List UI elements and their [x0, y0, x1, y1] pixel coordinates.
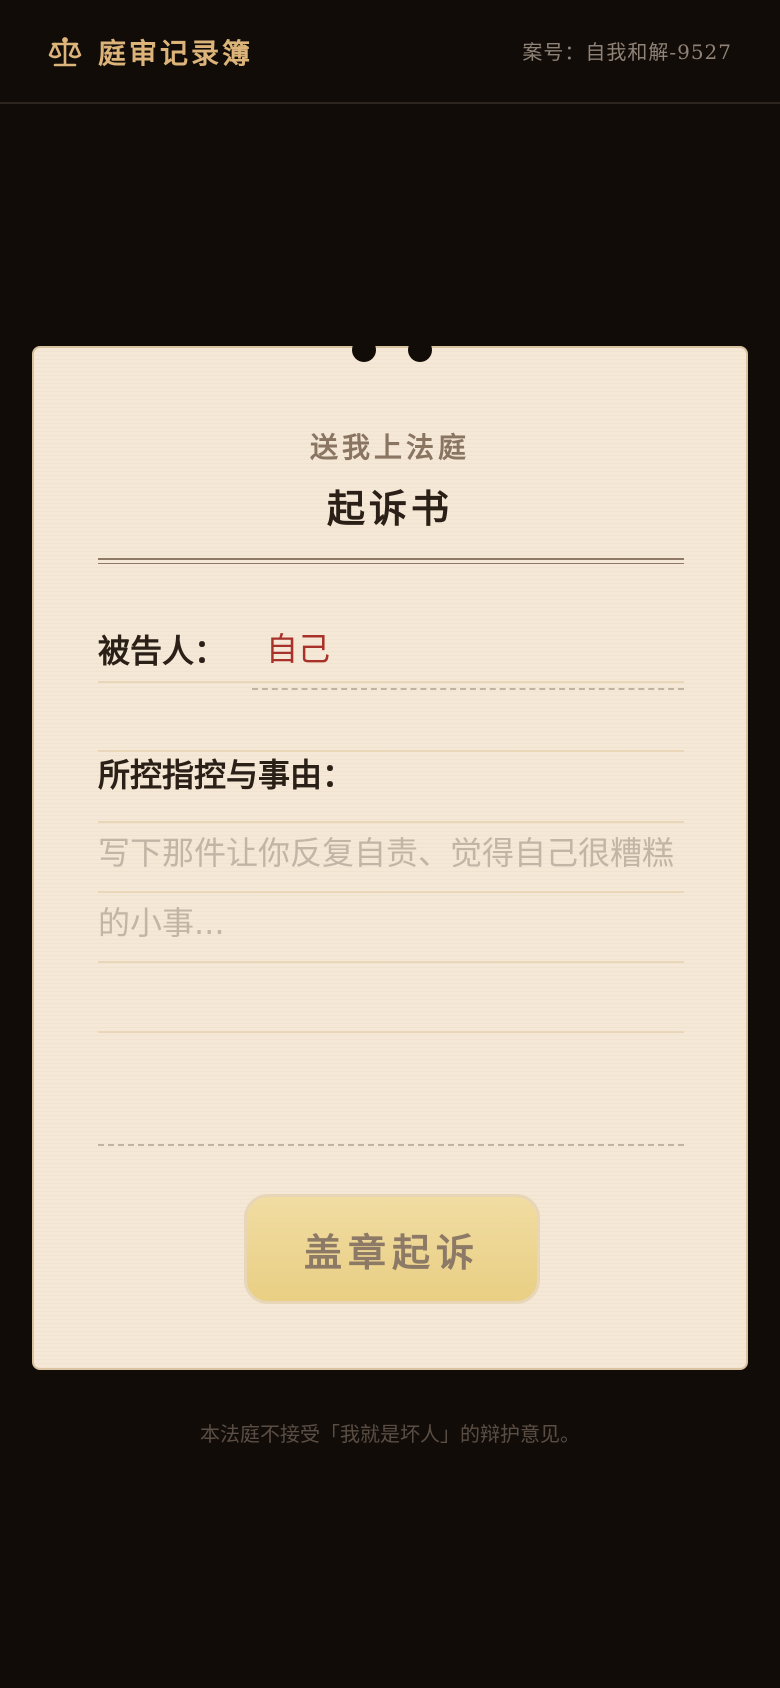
title-divider	[98, 558, 684, 560]
binder-hole-left	[352, 338, 376, 362]
stamp-submit-button[interactable]: 盖章起诉	[244, 1194, 540, 1304]
charges-dashed-line	[98, 1144, 684, 1146]
brand: 庭审记录簿	[48, 30, 253, 74]
case-number: 案号：自我和解-9527	[522, 40, 732, 64]
court-title: 送我上法庭	[309, 431, 470, 464]
document-title: 起诉书	[326, 487, 453, 531]
defendant-ruled-line	[98, 681, 684, 683]
defendant-label: 被告人：	[98, 632, 227, 670]
scales-icon	[48, 35, 82, 69]
defendant-value[interactable]: 自己	[266, 624, 330, 670]
defendant-dashed-line	[252, 688, 684, 690]
charges-input[interactable]	[98, 818, 684, 1118]
footer-note: 本法庭不接受「我就是坏人」的辩护意见。	[200, 1422, 580, 1446]
indictment-paper: 送我上法庭 起诉书 被告人： 自己 所控指控与事由： 盖章起诉	[32, 338, 748, 1370]
charges-label: 所控指控与事由：	[98, 756, 355, 794]
binder-hole-right	[408, 338, 432, 362]
title-divider-thin	[98, 563, 684, 564]
app-header: 庭审记录簿 案号：自我和解-9527	[0, 0, 780, 104]
app-title: 庭审记录簿	[98, 37, 254, 70]
